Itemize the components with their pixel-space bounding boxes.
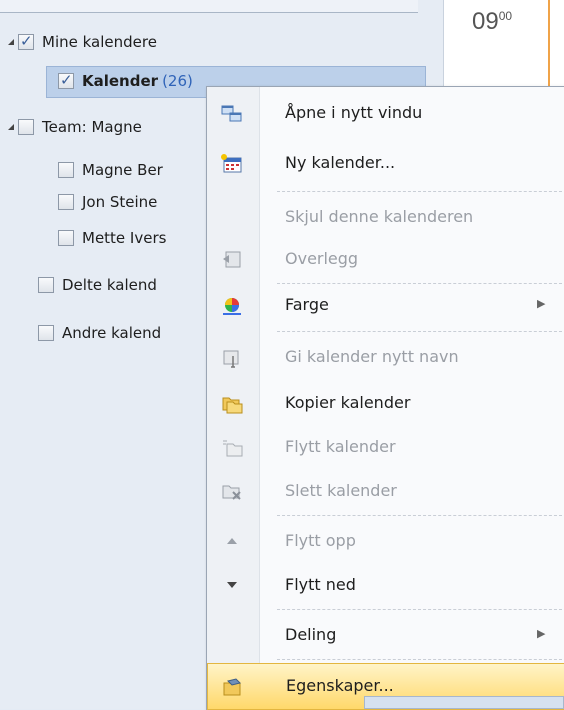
- menu-item-rename[interactable]: Gi kalender nytt navn: [207, 335, 564, 381]
- arrow-down-icon: [227, 582, 237, 588]
- delete-folder-icon: [222, 485, 241, 500]
- checkbox[interactable]: [38, 277, 54, 293]
- menu-separator: [277, 609, 562, 610]
- submenu-arrow-icon: ▶: [537, 297, 546, 310]
- menu-item-label: Overlegg: [285, 249, 359, 268]
- menu-item-label: Åpne i nytt vindu: [285, 103, 423, 122]
- group-delte-kalendere[interactable]: Delte kalend: [38, 271, 157, 299]
- calendar-item-kalender[interactable]: Kalender (26): [58, 67, 193, 95]
- properties-icon: [223, 678, 241, 696]
- group-team-magne[interactable]: Team: Magne: [8, 113, 142, 141]
- checkbox[interactable]: [18, 119, 34, 135]
- arrow-up-icon: [227, 538, 237, 544]
- menu-item-move-up[interactable]: Flytt opp: [207, 519, 564, 565]
- calendar-label: Kalender: [82, 72, 159, 90]
- expand-triangle-icon[interactable]: [8, 39, 14, 45]
- menu-item-label: Kopier kalender: [285, 393, 411, 412]
- calendar-label: Jon Steine: [82, 193, 158, 211]
- menu-item-label: Egenskaper...: [286, 676, 394, 695]
- menu-item-label: Skjul denne kalenderen: [285, 207, 474, 226]
- submenu-arrow-icon: ▶: [537, 627, 546, 640]
- calendar-item-magne[interactable]: Magne Ber: [58, 156, 163, 184]
- menu-item-color[interactable]: Farge ▶: [207, 283, 564, 329]
- group-label: Delte kalend: [62, 276, 157, 294]
- group-andre-kalendere[interactable]: Andre kalend: [38, 319, 161, 347]
- menu-separator: [277, 515, 562, 516]
- tooltip-edge: [364, 696, 564, 709]
- overlay-icon: [223, 251, 241, 268]
- pane-top-border: [0, 0, 418, 13]
- checkbox[interactable]: [18, 32, 34, 50]
- checkbox[interactable]: [58, 162, 74, 178]
- group-mine-kalendere[interactable]: Mine kalendere: [8, 28, 157, 56]
- calendar-item-jon[interactable]: Jon Steine: [58, 188, 157, 216]
- calendar-item-mette[interactable]: Mette Ivers: [58, 224, 166, 252]
- rename-icon: [223, 350, 239, 368]
- menu-item-hide-calendar[interactable]: Skjul denne kalenderen: [207, 195, 564, 241]
- menu-separator: [277, 191, 562, 192]
- menu-item-label: Flytt ned: [285, 575, 356, 594]
- menu-item-new-calendar[interactable]: Ny kalender...: [207, 141, 564, 187]
- expand-triangle-icon[interactable]: [8, 124, 14, 130]
- group-label: Andre kalend: [62, 324, 162, 342]
- new-calendar-icon: [221, 154, 242, 173]
- checkbox[interactable]: [58, 194, 74, 210]
- menu-item-label: Slett kalender: [285, 481, 397, 500]
- menu-item-label: Flytt kalender: [285, 437, 396, 456]
- calendar-label: Mette Ivers: [82, 229, 167, 247]
- menu-item-label: Deling: [285, 625, 337, 644]
- menu-item-label: Flytt opp: [285, 531, 356, 550]
- open-window-icon: [221, 105, 242, 122]
- color-wheel-icon: [223, 298, 241, 315]
- menu-item-label: Ny kalender...: [285, 153, 396, 172]
- current-time-marker: [548, 0, 550, 100]
- checkbox[interactable]: [38, 325, 54, 341]
- group-label: Mine kalendere: [42, 33, 157, 51]
- menu-item-delete-calendar[interactable]: Slett kalender: [207, 469, 564, 515]
- item-count: (26): [162, 72, 193, 90]
- time-slot-label: 0900: [472, 8, 513, 35]
- menu-item-label: Gi kalender nytt navn: [285, 347, 459, 366]
- menu-item-move-down[interactable]: Flytt ned: [207, 563, 564, 609]
- menu-item-label: Farge: [285, 295, 329, 314]
- menu-separator: [277, 659, 562, 660]
- checkbox[interactable]: [58, 71, 74, 89]
- menu-item-copy-calendar[interactable]: Kopier kalender: [207, 381, 564, 427]
- checkbox[interactable]: [58, 230, 74, 246]
- move-folder-icon: [223, 440, 243, 457]
- menu-separator: [277, 331, 562, 332]
- group-label: Team: Magne: [42, 118, 142, 136]
- menu-item-move-calendar[interactable]: Flytt kalender: [207, 425, 564, 471]
- calendar-label: Magne Ber: [82, 161, 163, 179]
- copy-folder-icon: [222, 397, 243, 414]
- menu-item-overlay[interactable]: Overlegg: [207, 237, 564, 283]
- menu-item-sharing[interactable]: Deling ▶: [207, 613, 564, 659]
- context-menu: Åpne i nytt vindu Ny kalender... Skjul d…: [206, 86, 564, 710]
- menu-item-open-new-window[interactable]: Åpne i nytt vindu: [207, 91, 564, 137]
